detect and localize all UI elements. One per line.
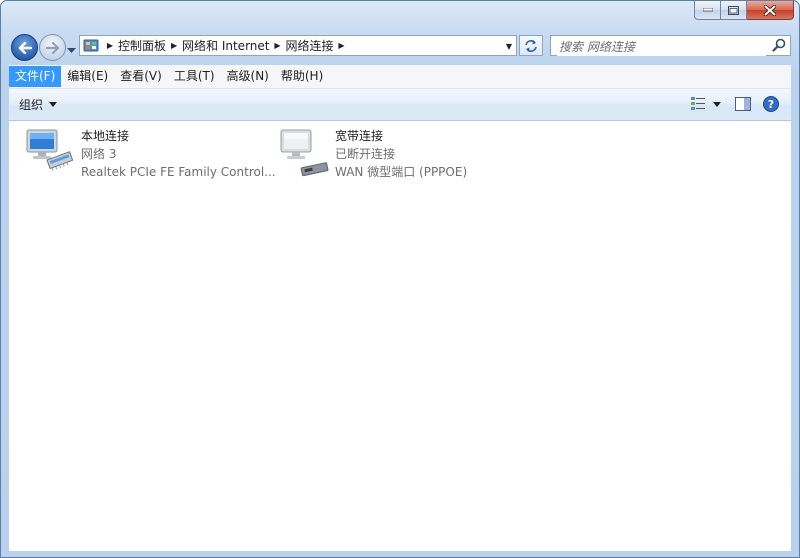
connection-name: 本地连接 bbox=[81, 129, 130, 143]
connection-status: 网络 3 bbox=[81, 147, 117, 161]
connection-device: Realtek PCIe FE Family Control... bbox=[81, 165, 276, 179]
breadcrumb-separator[interactable]: ▶ bbox=[334, 41, 350, 50]
forward-button[interactable] bbox=[39, 34, 66, 61]
navigation-bar: ▶ 控制面板 ▶ 网络和 Internet ▶ 网络连接 ▶ ▼ bbox=[1, 32, 799, 62]
caption-buttons bbox=[694, 1, 794, 20]
menu-edit[interactable]: 编辑(E) bbox=[61, 66, 114, 87]
close-icon bbox=[764, 4, 776, 16]
back-arrow-icon bbox=[18, 41, 32, 54]
organize-button[interactable]: 组织 bbox=[19, 96, 58, 113]
menu-file[interactable]: 文件(F) bbox=[9, 66, 62, 87]
breadcrumb-separator[interactable]: ▶ bbox=[102, 41, 118, 50]
menu-view[interactable]: 查看(V) bbox=[114, 66, 168, 87]
breadcrumb-network-connections[interactable]: 网络连接 bbox=[285, 36, 333, 55]
broadband-connection-icon bbox=[279, 127, 335, 181]
preview-pane-icon bbox=[735, 97, 751, 111]
maximize-icon bbox=[728, 5, 739, 15]
connection-item-broadband[interactable]: 宽带连接 已断开连接 WAN 微型端口 (PPPOE) bbox=[279, 127, 467, 181]
connection-item-local[interactable]: 本地连接 网络 3 Realtek PCIe FE Family Control… bbox=[25, 127, 276, 181]
explorer-window: ▶ 控制面板 ▶ 网络和 Internet ▶ 网络连接 ▶ ▼ 文件(F) 编… bbox=[0, 0, 800, 558]
toolbar-right: ? bbox=[687, 94, 781, 114]
back-button[interactable] bbox=[11, 34, 38, 61]
view-options-dropdown[interactable] bbox=[709, 94, 725, 114]
help-button[interactable]: ? bbox=[761, 94, 781, 114]
close-button[interactable] bbox=[747, 1, 794, 20]
recent-pages-dropdown[interactable] bbox=[67, 43, 76, 57]
control-panel-icon bbox=[80, 36, 102, 55]
help-icon: ? bbox=[763, 96, 779, 112]
menu-help[interactable]: 帮助(H) bbox=[275, 66, 329, 87]
connection-details: 宽带连接 已断开连接 WAN 微型端口 (PPPOE) bbox=[335, 127, 467, 181]
address-history-dropdown[interactable]: ▼ bbox=[506, 42, 512, 51]
connection-name: 宽带连接 bbox=[335, 129, 384, 143]
address-bar[interactable]: ▶ 控制面板 ▶ 网络和 Internet ▶ 网络连接 ▶ ▼ bbox=[79, 35, 517, 56]
menu-tools[interactable]: 工具(T) bbox=[168, 66, 221, 87]
svg-text:?: ? bbox=[768, 98, 774, 111]
breadcrumb-separator[interactable]: ▶ bbox=[166, 41, 182, 50]
refresh-button[interactable] bbox=[519, 35, 543, 56]
chevron-down-icon bbox=[67, 48, 76, 53]
preview-pane-button[interactable] bbox=[725, 94, 761, 114]
refresh-icon bbox=[525, 39, 537, 52]
search-input[interactable] bbox=[557, 37, 766, 56]
forward-arrow-icon bbox=[45, 41, 59, 54]
connection-details: 本地连接 网络 3 Realtek PCIe FE Family Control… bbox=[81, 127, 276, 181]
breadcrumb-control-panel[interactable]: 控制面板 bbox=[118, 36, 166, 55]
organize-label: 组织 bbox=[19, 98, 44, 112]
maximize-button[interactable] bbox=[721, 1, 747, 20]
change-view-button[interactable] bbox=[687, 94, 709, 114]
search-icon[interactable] bbox=[772, 38, 786, 55]
network-adapter-icon bbox=[25, 127, 81, 181]
view-details-icon bbox=[691, 97, 705, 110]
minimize-button[interactable] bbox=[694, 1, 721, 20]
menu-advanced[interactable]: 高级(N) bbox=[221, 66, 275, 87]
menu-bar: 文件(F) 编辑(E) 查看(V) 工具(T) 高级(N) 帮助(H) bbox=[9, 65, 791, 89]
chevron-down-icon bbox=[713, 101, 721, 107]
search-box bbox=[550, 35, 791, 56]
command-bar: 组织 ? bbox=[9, 89, 791, 121]
file-list-pane: 本地连接 网络 3 Realtek PCIe FE Family Control… bbox=[9, 121, 791, 551]
chevron-down-icon bbox=[49, 102, 58, 107]
breadcrumb-network-internet[interactable]: 网络和 Internet bbox=[182, 36, 269, 55]
connection-device: WAN 微型端口 (PPPOE) bbox=[335, 165, 468, 179]
connection-status: 已断开连接 bbox=[335, 147, 396, 161]
breadcrumb-separator[interactable]: ▶ bbox=[269, 41, 285, 50]
minimize-icon bbox=[702, 8, 713, 12]
